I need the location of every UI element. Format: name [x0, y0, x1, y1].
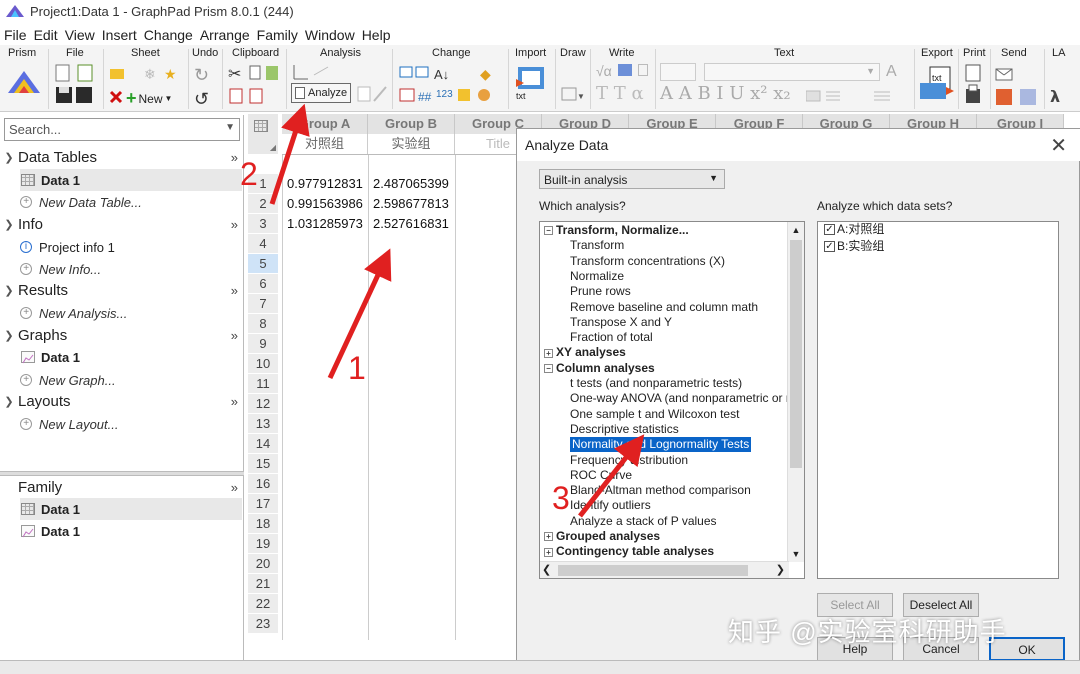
annotation-arrow-2 — [269, 103, 310, 205]
watermark: 知乎 @实验室科研助手 — [728, 617, 1007, 647]
status-bar — [0, 660, 1080, 674]
annotation-number-1: 1 — [348, 350, 366, 386]
annotation-arrow-3 — [578, 434, 645, 518]
annotation-number-2: 2 — [240, 156, 258, 192]
annotation-overlay — [269, 103, 645, 518]
annotation-number-3: 3 — [552, 480, 570, 516]
